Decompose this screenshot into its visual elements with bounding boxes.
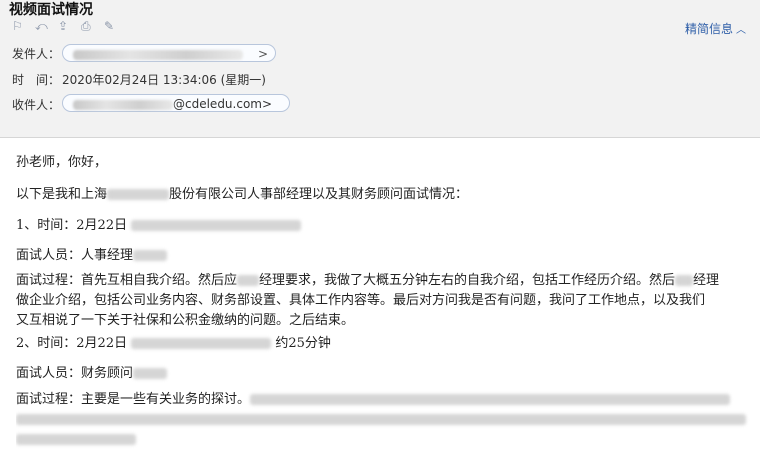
redacted-name-1	[133, 250, 168, 261]
reply-icon[interactable]: ⤺	[35, 20, 48, 33]
recipient-domain: @cdeledu.com>	[173, 97, 273, 111]
forward-icon[interactable]: ⇪	[58, 20, 71, 33]
print-icon[interactable]: ⎙	[81, 20, 94, 33]
item2-duration: 约25分钟	[275, 336, 331, 351]
chevron-up-icon: ︿	[736, 25, 746, 36]
email-body: 孙老师，你好， 以下是我和上海 股份有限公司人事部经理以及其财务顾问面试情况： 1…	[0, 138, 760, 456]
redacted-name-4	[133, 368, 168, 379]
sender-label: 发件人：	[12, 47, 61, 61]
redacted-text-1	[250, 394, 731, 405]
time-row: 时 间：	[12, 71, 62, 88]
edit-icon[interactable]: ✎	[104, 20, 117, 33]
item2-process-line1: 面试过程：主要是一些有关业务的探讨。	[16, 390, 760, 410]
item1-interviewer: 面试人员：人事经理	[16, 244, 168, 263]
item2-process-line2	[16, 410, 760, 430]
item2-time: 2、时间：2月22日 约25分钟	[16, 332, 331, 351]
intro-line: 以下是我和上海 股份有限公司人事部经理以及其财务顾问面试情况：	[16, 183, 468, 202]
redacted-text-3	[16, 434, 136, 445]
redacted-time-2	[131, 338, 272, 349]
redacted-name-3	[675, 275, 694, 286]
details-toggle[interactable]: 精简信息 ︿	[685, 20, 746, 37]
recipient-label: 收件人：	[12, 98, 61, 112]
item1-time: 1、时间：2月22日	[16, 214, 302, 233]
item2-process: 面试过程：主要是一些有关业务的探讨。	[16, 390, 760, 456]
item2-process-line3	[16, 430, 760, 450]
recipient-chip[interactable]: @cdeledu.com>	[62, 94, 290, 112]
item2-interviewer-text: 面试人员：财务顾问	[16, 366, 134, 381]
item2-time-text: 2、时间：2月22日	[16, 336, 128, 351]
sender-redacted	[73, 49, 243, 60]
greeting: 孙老师，你好，	[16, 155, 108, 170]
toolbar: ⚐ ⤺ ⇪ ⎙ ✎	[12, 20, 117, 33]
email-header: 视频面试情况 ⚐ ⤺ ⇪ ⎙ ✎ 精简信息 ︿ 发件人： > 时 间： 2020年…	[0, 0, 760, 138]
item1-interviewer-text: 面试人员：人事经理	[16, 248, 134, 263]
redacted-text-2	[16, 414, 746, 425]
intro-text-b: 股份有限公司人事部经理以及其财务顾问面试情况：	[169, 187, 469, 202]
item1-process-line1: 面试过程：首先互相自我介绍。然后应 经理要求，我做了大概五分钟左右的自我介绍，包括…	[16, 273, 720, 288]
recipient-redacted	[73, 99, 173, 110]
item1-process: 面试过程：首先互相自我介绍。然后应 经理要求，我做了大概五分钟左右的自我介绍，包括…	[16, 271, 760, 331]
intro-text-a: 以下是我和上海	[16, 187, 108, 202]
email-subject: 视频面试情况	[9, 2, 93, 18]
redacted-company	[107, 189, 170, 200]
sender-chip-arrow: >	[257, 47, 268, 61]
redacted-time-1	[131, 220, 302, 231]
item1-time-text: 1、时间：2月22日	[16, 218, 128, 233]
recipient-row: 收件人：	[12, 96, 62, 113]
details-toggle-label: 精简信息	[684, 22, 733, 36]
redacted-name-2	[237, 275, 260, 286]
time-value: 2020年02月24日 13:34:06 (星期一)	[62, 73, 266, 87]
sender-row: 发件人：	[12, 45, 62, 62]
sender-chip[interactable]: >	[62, 44, 276, 62]
flag-icon[interactable]: ⚐	[12, 20, 25, 33]
item1-process-line3: 又互相说了一下关于社保和公积金缴纳的问题。之后结束。	[16, 313, 355, 328]
item1-process-line2: 做企业介绍，包括公司业务内容、财务部设置、具体工作内容等。最后对方问我是否有问题…	[16, 293, 706, 308]
item2-interviewer: 面试人员：财务顾问	[16, 362, 168, 381]
time-label: 时 间：	[12, 73, 61, 87]
